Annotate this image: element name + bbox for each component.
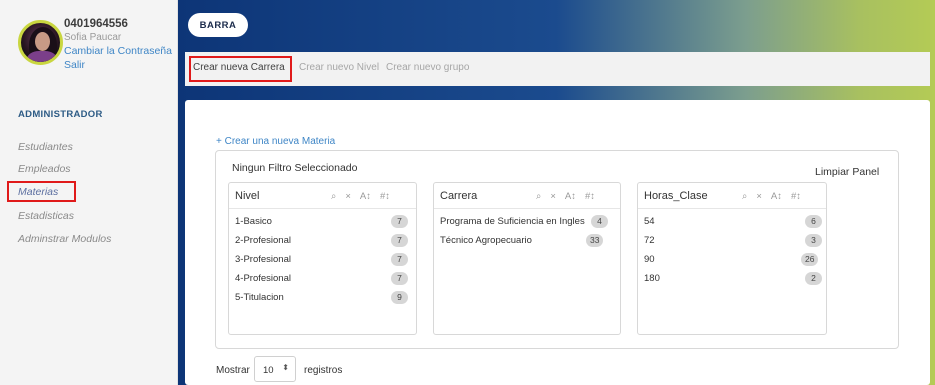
- count-badge: 2: [805, 272, 822, 285]
- search-icon[interactable]: ⌕: [742, 191, 747, 202]
- search-icon[interactable]: ⌕: [331, 191, 336, 202]
- listbox-tools: ⌕ × A↕ #↕: [536, 191, 604, 202]
- list-item[interactable]: 4-Profesional 7: [229, 270, 416, 290]
- sort-numeric-icon[interactable]: #↕: [791, 191, 801, 202]
- list-item[interactable]: 3-Profesional 7: [229, 251, 416, 271]
- sidebar-item-materias[interactable]: Materias: [18, 186, 58, 198]
- sort-alpha-icon[interactable]: A↕: [360, 191, 371, 202]
- count-badge: 4: [591, 215, 608, 228]
- filter-listbox-nivel: Nivel ⌕ × A↕ #↕ 1-Basico 7 2-Profesional 7 3-…: [228, 182, 417, 335]
- count-badge: 7: [391, 215, 408, 228]
- change-password-link[interactable]: Cambiar la Contraseña: [64, 45, 172, 57]
- count-badge: 3: [805, 234, 822, 247]
- logout-link[interactable]: Salir: [64, 59, 85, 71]
- create-materia-link[interactable]: + Crear una nueva Materia: [216, 136, 335, 147]
- count-badge: 7: [391, 234, 408, 247]
- listbox-title: Nivel: [235, 190, 260, 202]
- sort-alpha-icon[interactable]: A↕: [771, 191, 782, 202]
- count-badge: 26: [801, 253, 819, 266]
- sort-alpha-icon[interactable]: A↕: [565, 191, 576, 202]
- page-size-value: 10: [263, 365, 274, 376]
- listbox-tools: ⌕ × A↕ #↕: [742, 191, 810, 202]
- sidebar-item-estadisticas[interactable]: Estadisticas: [18, 210, 74, 222]
- show-label: Mostrar: [216, 365, 250, 376]
- search-icon[interactable]: ⌕: [536, 191, 541, 202]
- sort-numeric-icon[interactable]: #↕: [585, 191, 595, 202]
- count-badge: 7: [391, 272, 408, 285]
- filter-listbox-carrera: Carrera ⌕ × A↕ #↕ Programa de Suficiencia e…: [433, 182, 621, 335]
- list-item[interactable]: 1-Basico 7: [229, 213, 416, 233]
- sidebar-item-empleados[interactable]: Empleados: [18, 163, 71, 175]
- avatar[interactable]: [18, 20, 63, 65]
- user-name: Sofia Paucar: [64, 32, 122, 43]
- list-item[interactable]: Técnico Agropecuario 33: [434, 232, 620, 252]
- count-badge: 33: [586, 234, 604, 247]
- count-badge: 9: [391, 291, 408, 304]
- sidebar-item-estudiantes[interactable]: Estudiantes: [18, 141, 73, 153]
- count-badge: 6: [805, 215, 822, 228]
- list-item[interactable]: Programa de Suficiencia en Ingles 4: [434, 213, 620, 233]
- list-item[interactable]: 2-Profesional 7: [229, 232, 416, 252]
- list-item[interactable]: 72 3: [638, 232, 826, 252]
- tab-crear-nuevo-grupo[interactable]: Crear nuevo grupo: [386, 62, 469, 73]
- tab-crear-nueva-carrera[interactable]: Crear nueva Carrera: [193, 62, 285, 73]
- barra-button[interactable]: BARRA: [188, 13, 248, 37]
- listbox-tools: ⌕ × A↕ #↕: [331, 191, 399, 202]
- sidebar-item-administrar-modulos[interactable]: Adminstrar Modulos: [18, 233, 111, 245]
- sort-numeric-icon[interactable]: #↕: [380, 191, 390, 202]
- listbox-title: Horas_Clase: [644, 190, 708, 202]
- admin-section-title: ADMINISTRADOR: [18, 109, 103, 120]
- list-item[interactable]: 54 6: [638, 213, 826, 233]
- tab-bar: [185, 52, 930, 86]
- list-item[interactable]: 5-Titulacion 9: [229, 289, 416, 309]
- filter-status-text: Ningun Filtro Seleccionado: [232, 162, 358, 174]
- listbox-title: Carrera: [440, 190, 478, 202]
- filter-listbox-horas-clase: Horas_Clase ⌕ × A↕ #↕ 54 6 72 3 90 26 180 2: [637, 182, 827, 335]
- select-arrow-icon: ⬍: [282, 363, 289, 372]
- page-size-select[interactable]: 10 ⬍: [254, 356, 296, 382]
- user-id: 0401964556: [64, 18, 128, 30]
- tab-crear-nuevo-nivel[interactable]: Crear nuevo Nivel: [299, 62, 379, 73]
- list-item[interactable]: 90 26: [638, 251, 826, 271]
- sidebar: 0401964556 Sofia Paucar Cambiar la Contr…: [0, 0, 178, 385]
- clear-icon[interactable]: ×: [550, 191, 556, 202]
- clear-icon[interactable]: ×: [345, 191, 351, 202]
- clear-panel-button[interactable]: Limpiar Panel: [815, 166, 879, 178]
- list-item[interactable]: 180 2: [638, 270, 826, 290]
- records-label: registros: [304, 365, 343, 376]
- count-badge: 7: [391, 253, 408, 266]
- clear-icon[interactable]: ×: [756, 191, 762, 202]
